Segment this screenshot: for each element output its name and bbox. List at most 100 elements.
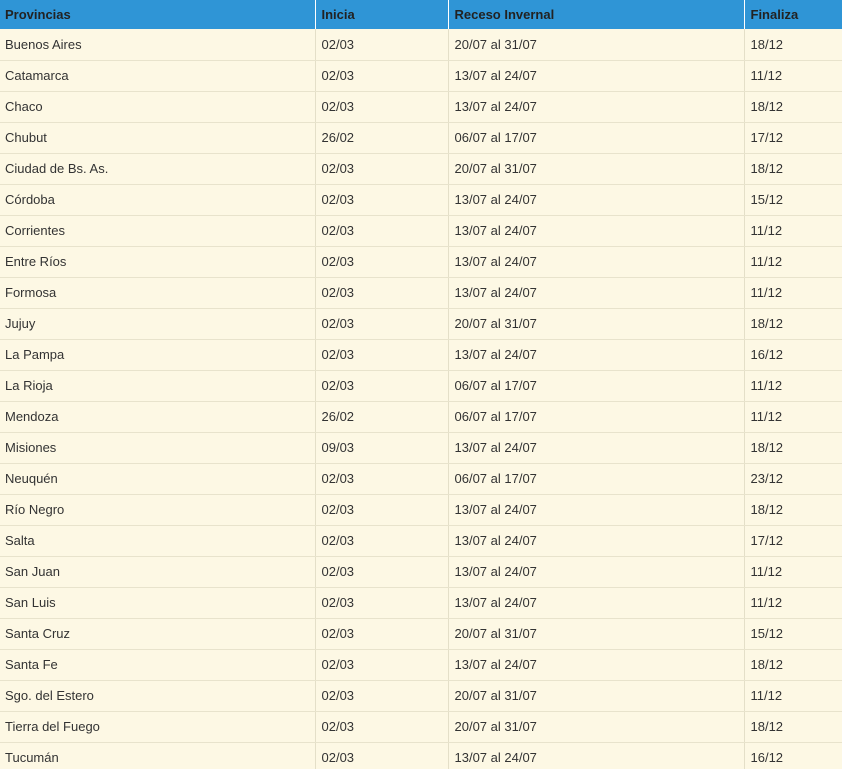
winter-break-cell: 13/07 al 24/07 — [448, 215, 745, 247]
end-date-cell: 17/12 — [744, 122, 842, 154]
table-row: La Pampa 02/03 13/07 al 24/07 16/12 — [0, 339, 842, 371]
province-cell: Corrientes — [0, 215, 316, 247]
winter-break-cell: 20/07 al 31/07 — [448, 153, 745, 185]
end-date-cell: 18/12 — [744, 308, 842, 340]
start-date-cell: 02/03 — [315, 680, 449, 712]
winter-break-cell: 06/07 al 17/07 — [448, 370, 745, 402]
table-row: Río Negro 02/03 13/07 al 24/07 18/12 — [0, 494, 842, 526]
end-date-cell: 11/12 — [744, 215, 842, 247]
table-row: Salta 02/03 13/07 al 24/07 17/12 — [0, 525, 842, 557]
start-date-cell: 02/03 — [315, 370, 449, 402]
province-cell: San Luis — [0, 587, 316, 619]
table-row: San Juan 02/03 13/07 al 24/07 11/12 — [0, 556, 842, 588]
end-date-cell: 17/12 — [744, 525, 842, 557]
start-date-cell: 02/03 — [315, 277, 449, 309]
header-row: Provincias Inicia Receso Invernal Finali… — [0, 0, 842, 29]
province-cell: Santa Cruz — [0, 618, 316, 650]
table-row: Jujuy 02/03 20/07 al 31/07 18/12 — [0, 308, 842, 340]
start-date-cell: 02/03 — [315, 587, 449, 619]
winter-break-cell: 13/07 al 24/07 — [448, 339, 745, 371]
table-row: Tierra del Fuego 02/03 20/07 al 31/07 18/12 — [0, 711, 842, 743]
winter-break-cell: 13/07 al 24/07 — [448, 742, 745, 769]
start-date-cell: 02/03 — [315, 711, 449, 743]
start-date-cell: 02/03 — [315, 184, 449, 216]
winter-break-cell: 13/07 al 24/07 — [448, 494, 745, 526]
winter-break-cell: 13/07 al 24/07 — [448, 432, 745, 464]
end-date-cell: 18/12 — [744, 494, 842, 526]
table-row: Corrientes 02/03 13/07 al 24/07 11/12 — [0, 215, 842, 247]
winter-break-cell: 13/07 al 24/07 — [448, 246, 745, 278]
table-body: Buenos Aires 02/03 20/07 al 31/07 18/12 Cata… — [0, 29, 842, 769]
province-cell: Mendoza — [0, 401, 316, 433]
end-date-cell: 11/12 — [744, 277, 842, 309]
province-cell: Salta — [0, 525, 316, 557]
start-date-cell: 02/03 — [315, 618, 449, 650]
end-date-cell: 11/12 — [744, 680, 842, 712]
end-date-cell: 18/12 — [744, 649, 842, 681]
province-cell: La Pampa — [0, 339, 316, 371]
winter-break-cell: 13/07 al 24/07 — [448, 60, 745, 92]
end-date-cell: 11/12 — [744, 556, 842, 588]
start-date-cell: 26/02 — [315, 401, 449, 433]
table-row: San Luis 02/03 13/07 al 24/07 11/12 — [0, 587, 842, 619]
winter-break-cell: 20/07 al 31/07 — [448, 308, 745, 340]
table-row: Misiones 09/03 13/07 al 24/07 18/12 — [0, 432, 842, 464]
winter-break-cell: 13/07 al 24/07 — [448, 649, 745, 681]
winter-break-cell: 20/07 al 31/07 — [448, 711, 745, 743]
start-date-cell: 02/03 — [315, 246, 449, 278]
start-date-cell: 02/03 — [315, 91, 449, 123]
province-cell: Misiones — [0, 432, 316, 464]
header-finaliza: Finaliza — [744, 0, 842, 29]
province-cell: Tierra del Fuego — [0, 711, 316, 743]
province-cell: Entre Ríos — [0, 246, 316, 278]
province-cell: Córdoba — [0, 184, 316, 216]
winter-break-cell: 13/07 al 24/07 — [448, 184, 745, 216]
end-date-cell: 11/12 — [744, 60, 842, 92]
table-row: Santa Cruz 02/03 20/07 al 31/07 15/12 — [0, 618, 842, 650]
table-row: Ciudad de Bs. As. 02/03 20/07 al 31/07 18/1… — [0, 153, 842, 185]
winter-break-cell: 13/07 al 24/07 — [448, 587, 745, 619]
table-row: Buenos Aires 02/03 20/07 al 31/07 18/12 — [0, 29, 842, 61]
winter-break-cell: 06/07 al 17/07 — [448, 463, 745, 495]
end-date-cell: 18/12 — [744, 153, 842, 185]
end-date-cell: 18/12 — [744, 91, 842, 123]
end-date-cell: 11/12 — [744, 246, 842, 278]
winter-break-cell: 13/07 al 24/07 — [448, 91, 745, 123]
header-inicia: Inicia — [315, 0, 449, 29]
start-date-cell: 02/03 — [315, 60, 449, 92]
winter-break-cell: 13/07 al 24/07 — [448, 525, 745, 557]
end-date-cell: 18/12 — [744, 29, 842, 61]
winter-break-cell: 20/07 al 31/07 — [448, 680, 745, 712]
start-date-cell: 02/03 — [315, 153, 449, 185]
start-date-cell: 09/03 — [315, 432, 449, 464]
province-cell: Formosa — [0, 277, 316, 309]
winter-break-cell: 06/07 al 17/07 — [448, 401, 745, 433]
school-calendar-table: Provincias Inicia Receso Invernal Finali… — [0, 0, 842, 769]
table-row: Córdoba 02/03 13/07 al 24/07 15/12 — [0, 184, 842, 216]
winter-break-cell: 20/07 al 31/07 — [448, 618, 745, 650]
winter-break-cell: 13/07 al 24/07 — [448, 277, 745, 309]
table-row: La Rioja 02/03 06/07 al 17/07 11/12 — [0, 370, 842, 402]
province-cell: San Juan — [0, 556, 316, 588]
province-cell: Chaco — [0, 91, 316, 123]
province-cell: Catamarca — [0, 60, 316, 92]
province-cell: Neuquén — [0, 463, 316, 495]
start-date-cell: 02/03 — [315, 215, 449, 247]
end-date-cell: 15/12 — [744, 618, 842, 650]
end-date-cell: 15/12 — [744, 184, 842, 216]
table-row: Catamarca 02/03 13/07 al 24/07 11/12 — [0, 60, 842, 92]
winter-break-cell: 13/07 al 24/07 — [448, 556, 745, 588]
table-row: Chaco 02/03 13/07 al 24/07 18/12 — [0, 91, 842, 123]
end-date-cell: 18/12 — [744, 432, 842, 464]
start-date-cell: 02/03 — [315, 339, 449, 371]
end-date-cell: 16/12 — [744, 742, 842, 769]
start-date-cell: 02/03 — [315, 525, 449, 557]
start-date-cell: 02/03 — [315, 463, 449, 495]
province-cell: Jujuy — [0, 308, 316, 340]
start-date-cell: 02/03 — [315, 308, 449, 340]
header-receso-invernal: Receso Invernal — [448, 0, 745, 29]
start-date-cell: 02/03 — [315, 556, 449, 588]
province-cell: Santa Fe — [0, 649, 316, 681]
start-date-cell: 02/03 — [315, 29, 449, 61]
start-date-cell: 02/03 — [315, 742, 449, 769]
